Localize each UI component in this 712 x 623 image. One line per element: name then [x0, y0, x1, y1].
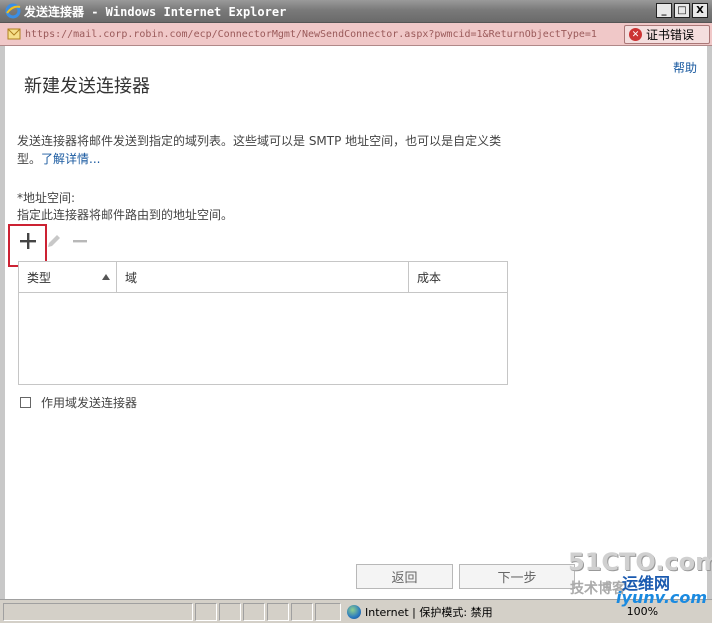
- address-space-description: 指定此连接器将邮件路由到的地址空间。: [17, 208, 234, 222]
- pencil-icon: [48, 235, 60, 247]
- address-space-label: *地址空间:: [17, 191, 76, 205]
- page-content: 帮助 新建发送连接器 发送连接器将邮件发送到指定的域列表。这些域可以是 SMTP…: [5, 46, 707, 599]
- column-header-domain[interactable]: 域: [117, 262, 409, 292]
- address-bar: https://mail.corp.robin.com/ecp/Connecto…: [0, 23, 712, 46]
- watermark: 51CTO.com 技术博客 运维网 iyunv.com: [566, 548, 712, 618]
- grid-header: 类型 域 成本: [19, 262, 507, 293]
- intro-paragraph: 发送连接器将邮件发送到指定的域列表。这些域可以是 SMTP 地址空间，也可以是自…: [17, 132, 517, 168]
- sort-ascending-icon: [102, 274, 110, 280]
- column-header-cost[interactable]: 成本: [409, 262, 507, 292]
- window-title: 发送连接器 - Windows Internet Explorer: [24, 4, 287, 19]
- minimize-button[interactable]: _: [656, 3, 672, 18]
- learn-more-link[interactable]: 了解详情...: [41, 152, 100, 166]
- window-title-bar: 发送连接器 - Windows Internet Explorer _ □ X: [0, 0, 712, 23]
- zone-label: Internet | 保护模式: 禁用: [365, 605, 493, 619]
- column-label-cost: 成本: [417, 270, 442, 285]
- maximize-button[interactable]: □: [674, 3, 690, 18]
- internet-explorer-icon: [5, 3, 21, 19]
- column-label-type: 类型: [27, 270, 52, 285]
- column-label-domain: 域: [125, 270, 138, 285]
- page-title: 新建发送连接器: [24, 76, 150, 97]
- next-button[interactable]: 下一步: [459, 564, 575, 589]
- url-field[interactable]: https://mail.corp.robin.com/ecp/Connecto…: [25, 29, 601, 40]
- site-icon: [7, 28, 21, 40]
- error-icon: ✕: [629, 28, 642, 41]
- certificate-error-button[interactable]: ✕ 证书错误: [624, 25, 710, 44]
- status-cell: [267, 602, 289, 621]
- scoped-connector-option[interactable]: 作用域发送连接器: [20, 394, 137, 411]
- scoped-connector-label: 作用域发送连接器: [41, 396, 138, 410]
- globe-icon: [347, 604, 361, 619]
- address-space-grid: 类型 域 成本: [18, 261, 508, 385]
- status-cell: [291, 602, 313, 621]
- status-cell: [219, 602, 241, 621]
- column-header-type[interactable]: 类型: [19, 262, 117, 292]
- window-frame-right: [707, 46, 712, 599]
- grid-body: [19, 293, 507, 384]
- status-cell: [195, 602, 217, 621]
- help-link[interactable]: 帮助: [673, 59, 697, 76]
- scoped-connector-checkbox[interactable]: [20, 397, 31, 408]
- minus-icon: [73, 240, 87, 243]
- status-text-cell: [3, 602, 193, 621]
- watermark-iyunv: iyunv.com: [616, 588, 708, 607]
- remove-button[interactable]: [69, 230, 91, 252]
- back-button[interactable]: 返回: [356, 564, 453, 589]
- certificate-error-label: 证书错误: [646, 28, 695, 42]
- status-cell: [243, 602, 265, 621]
- security-zone[interactable]: Internet | 保护模式: 禁用: [343, 603, 497, 621]
- close-button[interactable]: X: [692, 3, 708, 18]
- status-cell: [315, 602, 341, 621]
